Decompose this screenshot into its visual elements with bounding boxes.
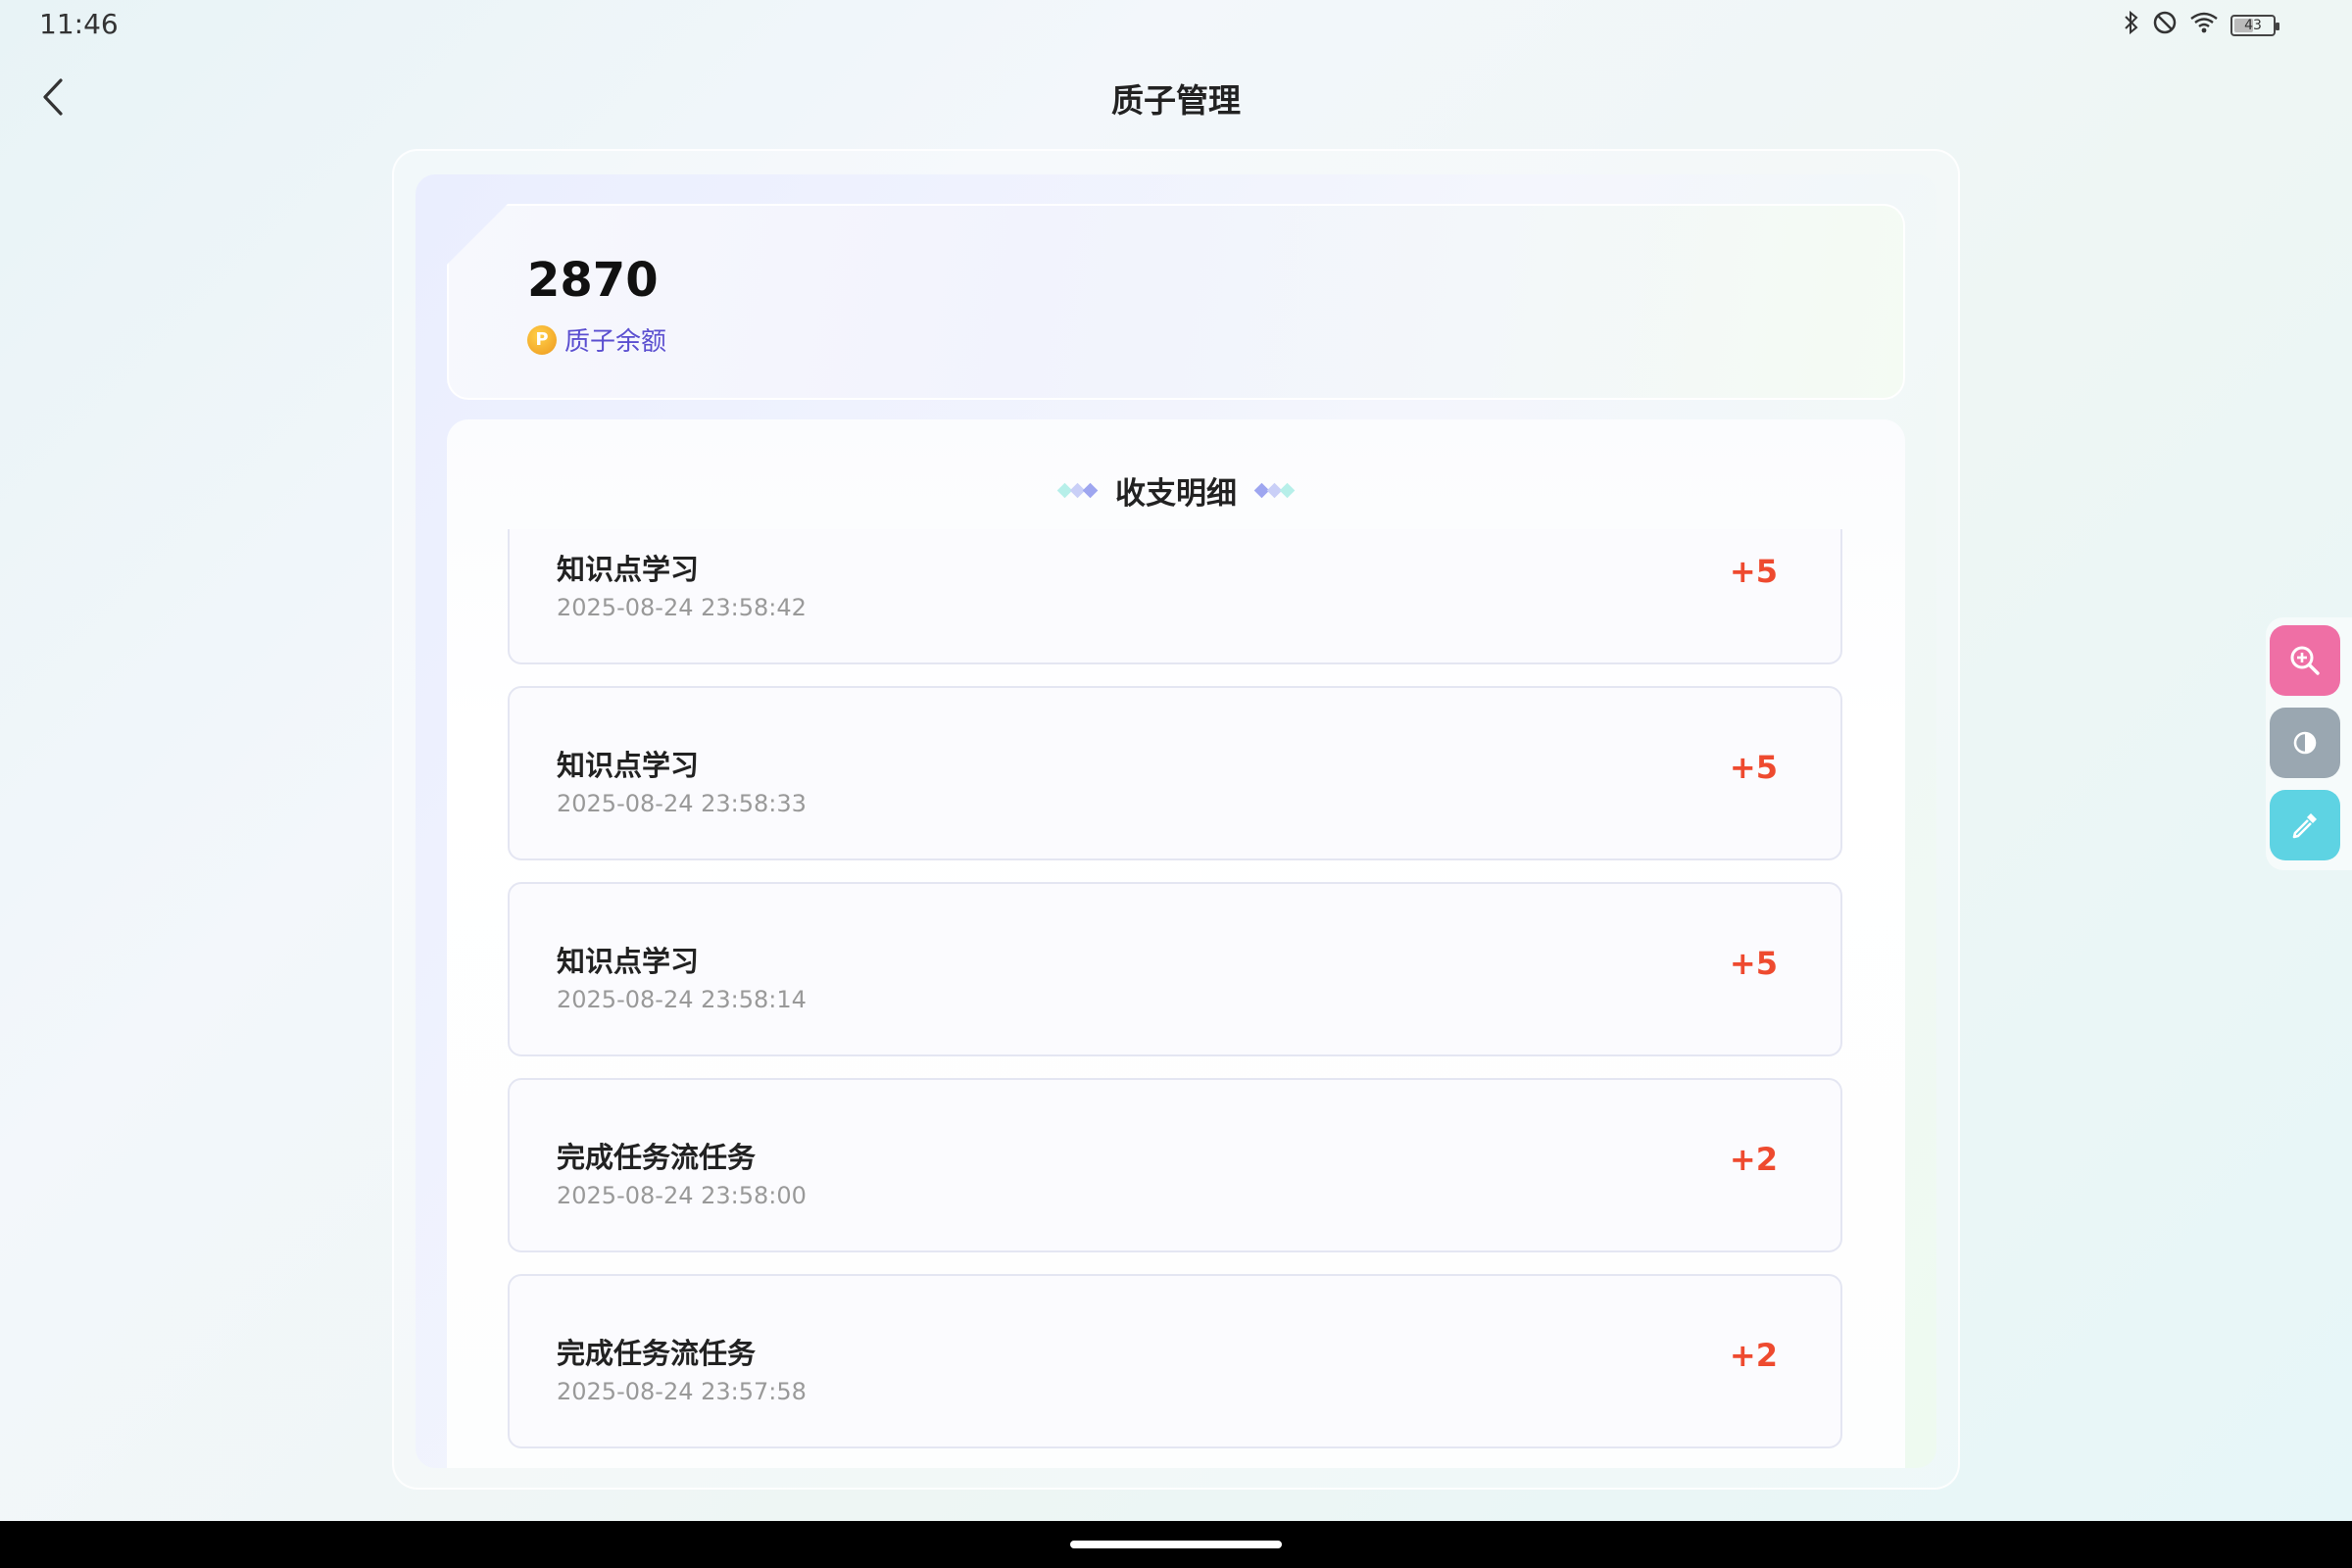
list-item[interactable]: 完成任务流任务 2025-08-24 23:58:00 +2	[508, 1078, 1842, 1252]
list-item[interactable]: 知识点学习 2025-08-24 23:58:42 +5	[508, 529, 1842, 664]
home-indicator[interactable]	[1070, 1541, 1282, 1548]
balance-card: 2870 P 质子余额	[447, 204, 1905, 400]
zoom-button[interactable]	[2270, 625, 2340, 696]
zoom-in-icon	[2290, 646, 2320, 675]
decor-diamonds-left-icon	[1056, 482, 1099, 499]
eyedropper-button[interactable]	[2270, 790, 2340, 860]
item-amount: +5	[1729, 749, 1778, 786]
dnd-icon	[2152, 10, 2178, 41]
decor-diamonds-right-icon	[1253, 482, 1296, 499]
list-item[interactable]: 知识点学习 2025-08-24 23:58:33 +5	[508, 686, 1842, 860]
item-time: 2025-08-24 23:58:14	[557, 986, 807, 1013]
status-time: 11:46	[39, 8, 119, 40]
balance-label-row: P 质子余额	[527, 321, 666, 358]
item-time: 2025-08-24 23:58:42	[557, 594, 807, 621]
navigation-bar	[0, 1521, 2352, 1568]
balance-value: 2870	[527, 253, 659, 308]
battery-level: 43	[2244, 18, 2262, 33]
item-title: 完成任务流任务	[557, 1337, 757, 1370]
page-title: 质子管理	[1111, 81, 1241, 120]
section-title: 收支明细	[1115, 476, 1237, 512]
list-item[interactable]: 知识点学习 2025-08-24 23:58:14 +5	[508, 882, 1842, 1056]
item-time: 2025-08-24 23:57:58	[557, 1378, 807, 1405]
balance-label: 质子余额	[564, 327, 667, 357]
item-amount: +2	[1729, 1141, 1778, 1178]
transaction-list[interactable]: 知识点学习 2025-08-24 23:58:42 +5 知识点学习 2025-…	[506, 529, 1846, 1468]
list-item[interactable]: 完成任务流任务 2025-08-24 23:57:58 +2	[508, 1274, 1842, 1448]
section-header: 收支明细	[447, 468, 1905, 513]
battery-icon: 43	[2230, 15, 2279, 36]
item-title: 完成任务流任务	[557, 1141, 757, 1174]
item-time: 2025-08-24 23:58:33	[557, 790, 807, 817]
floating-toolbar	[2266, 617, 2352, 870]
item-amount: +5	[1729, 945, 1778, 982]
wifi-icon	[2189, 11, 2219, 40]
item-time: 2025-08-24 23:58:00	[557, 1182, 807, 1209]
item-amount: +2	[1729, 1337, 1778, 1374]
item-amount: +5	[1729, 553, 1778, 590]
content-panel: 2870 P 质子余额 收支明细 知识点学习 2025-08-24 23:58:…	[416, 174, 1936, 1468]
item-title: 知识点学习	[557, 553, 700, 586]
transaction-detail-card: 收支明细 知识点学习 2025-08-24 23:58:42 +5 知识点学习 …	[447, 419, 1905, 1468]
item-title: 知识点学习	[557, 945, 700, 978]
contrast-button[interactable]	[2270, 708, 2340, 778]
contrast-icon	[2293, 731, 2317, 755]
eyedropper-icon	[2292, 813, 2317, 839]
bluetooth-icon	[2123, 10, 2140, 41]
coin-icon: P	[527, 324, 557, 355]
status-icons: 43	[2123, 10, 2279, 41]
item-title: 知识点学习	[557, 749, 700, 782]
status-bar: 11:46 43	[0, 0, 2352, 49]
